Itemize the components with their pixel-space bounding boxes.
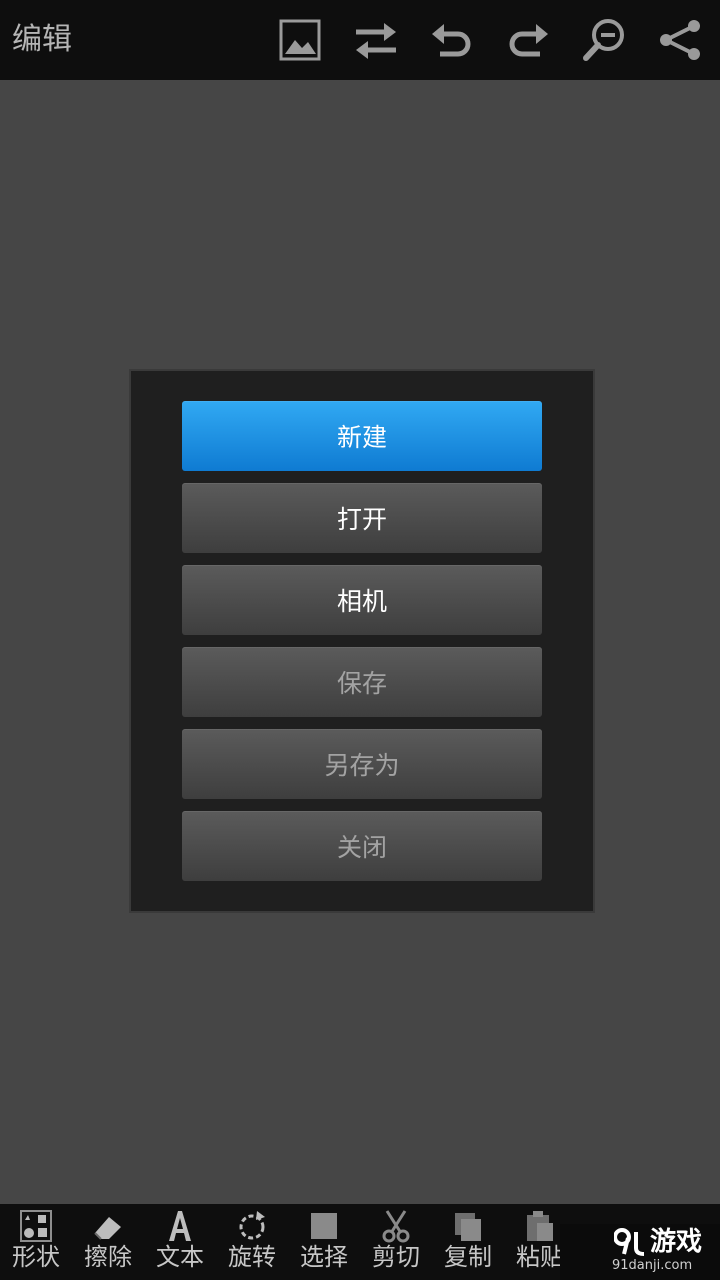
file-menu-dialog: 新建 打开 相机 保存 另存为 关闭	[129, 369, 595, 913]
brand-logo-icon	[614, 1228, 645, 1256]
tool-copy[interactable]: 复制	[432, 1204, 504, 1280]
copy-icon	[450, 1208, 486, 1244]
save-button[interactable]: 保存	[182, 647, 542, 717]
tool-label: 文本	[156, 1243, 204, 1271]
share-icon[interactable]	[654, 14, 706, 66]
swap-icon[interactable]	[350, 14, 402, 66]
site-watermark: 游戏 91danji.com	[560, 1224, 720, 1280]
close-button[interactable]: 关闭	[182, 811, 542, 881]
tool-label: 复制	[444, 1243, 492, 1271]
tool-rotate[interactable]: 旋转	[216, 1204, 288, 1280]
camera-button[interactable]: 相机	[182, 565, 542, 635]
rotate-icon	[234, 1208, 270, 1244]
open-button[interactable]: 打开	[182, 483, 542, 553]
tool-label: 形状	[12, 1243, 60, 1271]
paste-icon	[522, 1208, 558, 1244]
text-icon	[162, 1208, 198, 1244]
eraser-icon	[90, 1208, 126, 1244]
watermark-site: 91danji.com	[612, 1258, 693, 1273]
app-title: 编辑	[12, 22, 72, 57]
new-button[interactable]: 新建	[182, 401, 542, 471]
watermark-brand: 游戏	[650, 1227, 703, 1257]
tool-label: 擦除	[84, 1243, 132, 1271]
undo-icon[interactable]	[426, 14, 478, 66]
scissors-icon	[378, 1208, 414, 1244]
tool-label: 旋转	[228, 1243, 276, 1271]
top-action-bar: 编辑	[0, 0, 720, 80]
tool-label: 剪切	[372, 1243, 420, 1271]
image-icon[interactable]	[274, 14, 326, 66]
tool-select[interactable]: 选择	[288, 1204, 360, 1280]
tool-cut[interactable]: 剪切	[360, 1204, 432, 1280]
tool-text[interactable]: 文本	[144, 1204, 216, 1280]
tool-erase[interactable]: 擦除	[72, 1204, 144, 1280]
tool-shapes[interactable]: 形状	[0, 1204, 72, 1280]
tool-label: 选择	[300, 1243, 348, 1271]
save-as-button[interactable]: 另存为	[182, 729, 542, 799]
shapes-icon	[18, 1208, 54, 1244]
redo-icon[interactable]	[502, 14, 554, 66]
zoom-icon[interactable]	[578, 14, 630, 66]
select-icon	[306, 1208, 342, 1244]
